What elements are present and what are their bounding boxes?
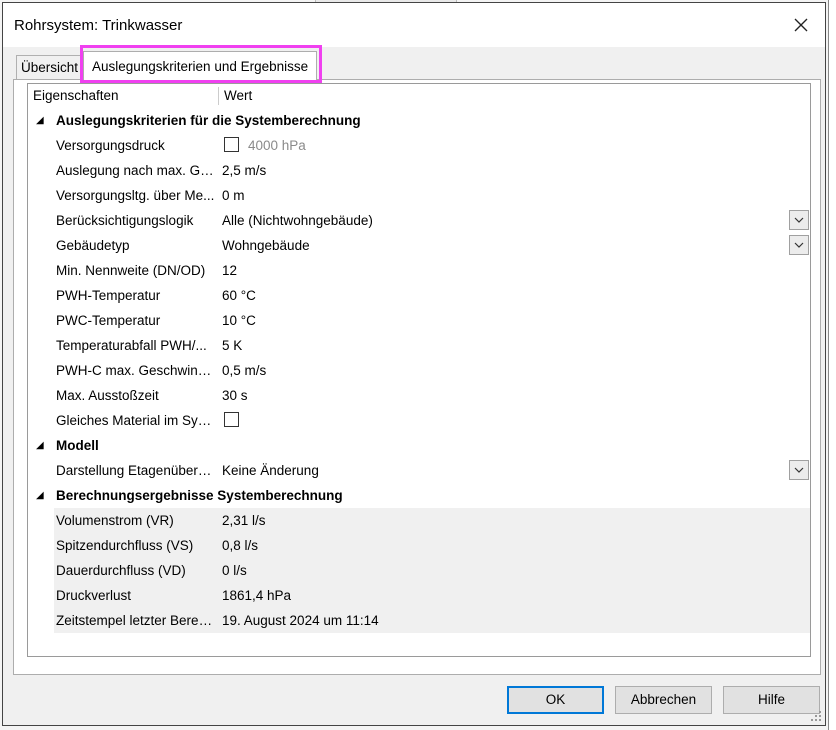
property-grid: Eigenschaften Wert ◢ Auslegungskriterien …	[27, 83, 811, 657]
property-label: Gebäudetyp	[56, 238, 130, 253]
collapse-triangle-icon[interactable]: ◢	[36, 483, 44, 508]
property-label: Temperaturabfall PWH/...	[56, 338, 207, 353]
chevron-down-icon	[794, 217, 804, 223]
property-row[interactable]: Temperaturabfall PWH/... 5 K	[28, 333, 810, 358]
readonly-value-background	[218, 533, 810, 558]
title-bar: Rohrsystem: Trinkwasser	[3, 3, 825, 47]
property-row[interactable]: Dauerdurchfluss (VD) 0 l/s	[28, 558, 810, 583]
property-value[interactable]: 60 °C	[222, 283, 256, 308]
property-row[interactable]: Gleiches Material im Syst...	[28, 408, 810, 433]
property-value[interactable]: 5 K	[222, 333, 242, 358]
readonly-value-background	[218, 583, 810, 608]
property-row[interactable]: PWH-C max. Geschwindi... 0,5 m/s	[28, 358, 810, 383]
property-row[interactable]: Min. Nennweite (DN/OD) 12	[28, 258, 810, 283]
property-value[interactable]: 2,5 m/s	[222, 158, 266, 183]
property-label: Druckverlust	[56, 588, 132, 603]
property-value[interactable]: 0,5 m/s	[222, 358, 266, 383]
background-canvas-edge	[828, 0, 836, 730]
dialog-title: Rohrsystem: Trinkwasser	[14, 17, 183, 34]
property-row[interactable]: Druckverlust 1861,4 hPa	[28, 583, 810, 608]
ok-button[interactable]: OK	[507, 686, 604, 714]
property-row[interactable]: Berücksichtigungslogik Alle (Nichtwohngeb…	[28, 208, 810, 233]
property-value[interactable]: Keine Änderung	[222, 458, 319, 483]
property-row[interactable]: Auslegung nach max. Ge... 2,5 m/s	[28, 158, 810, 183]
property-row[interactable]: Darstellung Etagenüberg... Keine Änderung	[28, 458, 810, 483]
property-label: PWH-Temperatur	[56, 288, 161, 303]
collapse-triangle-icon[interactable]: ◢	[36, 108, 44, 133]
property-label: Spitzendurchfluss (VS)	[56, 538, 194, 553]
property-row[interactable]: Gebäudetyp Wohngebäude	[28, 233, 810, 258]
property-value[interactable]: Wohngebäude	[222, 233, 310, 258]
column-separator[interactable]	[218, 87, 219, 105]
property-row[interactable]: Max. Ausstoßzeit 30 s	[28, 383, 810, 408]
category-title: Berechnungsergebnisse Systemberechnung	[56, 488, 343, 503]
property-row[interactable]: PWH-Temperatur 60 °C	[28, 283, 810, 308]
property-value: 1861,4 hPa	[222, 588, 292, 603]
dropdown-button[interactable]	[789, 460, 809, 480]
property-label: Volumenstrom (VR)	[56, 513, 174, 528]
property-label: Dauerdurchfluss (VD)	[56, 563, 186, 578]
property-value: 0,8 l/s	[222, 538, 259, 553]
tab-design-criteria[interactable]: Auslegungskriterien und Ergebnisse	[83, 51, 317, 80]
dropdown-button[interactable]	[789, 210, 809, 230]
property-label: Zeitstempel letzter Berec...	[56, 613, 216, 628]
property-label: PWC-Temperatur	[56, 313, 161, 328]
tab-panel: Eigenschaften Wert ◢ Auslegungskriterien …	[13, 79, 821, 675]
property-row[interactable]: Volumenstrom (VR) 2,31 l/s	[28, 508, 810, 533]
property-label: Auslegung nach max. Ge...	[56, 163, 216, 178]
property-row[interactable]: Versorgungsltg. über Me... 0 m	[28, 183, 810, 208]
property-label: Gleiches Material im Syst...	[56, 413, 216, 428]
chevron-down-icon	[794, 467, 804, 473]
property-value[interactable]: 12	[222, 258, 237, 283]
property-label: PWH-C max. Geschwindi...	[56, 363, 216, 378]
property-label: Versorgungsltg. über Me...	[56, 188, 215, 203]
property-label: Max. Ausstoßzeit	[56, 388, 159, 403]
property-label: Min. Nennweite (DN/OD)	[56, 263, 206, 278]
property-value[interactable]: 10 °C	[222, 308, 256, 333]
cancel-button[interactable]: Abbrechen	[615, 686, 712, 714]
property-value[interactable]: 30 s	[222, 383, 248, 408]
column-header-value: Wert	[224, 88, 253, 103]
property-value[interactable]: Alle (Nichtwohngebäude)	[222, 208, 373, 233]
category-title: Auslegungskriterien für die Systemberech…	[56, 113, 361, 128]
property-row[interactable]: Zeitstempel letzter Berec... 19. August 2…	[28, 608, 810, 633]
property-checkbox[interactable]	[224, 137, 239, 152]
chevron-down-icon	[794, 242, 804, 248]
tab-overview[interactable]: Übersicht	[16, 55, 86, 79]
readonly-value-background	[218, 508, 810, 533]
property-value: 0 l/s	[222, 563, 247, 578]
close-icon	[794, 18, 808, 32]
property-checkbox[interactable]	[224, 412, 239, 427]
collapse-triangle-icon[interactable]: ◢	[36, 433, 44, 458]
property-label: Darstellung Etagenüberg...	[56, 463, 216, 478]
property-label: Berücksichtigungslogik	[56, 213, 194, 228]
property-row[interactable]: Versorgungsdruck 4000 hPa	[28, 133, 810, 158]
property-value[interactable]: 0 m	[222, 183, 245, 208]
property-row[interactable]: PWC-Temperatur 10 °C	[28, 308, 810, 333]
property-row[interactable]: Spitzendurchfluss (VS) 0,8 l/s	[28, 533, 810, 558]
category-title: Modell	[56, 438, 99, 453]
property-label: Versorgungsdruck	[56, 138, 165, 153]
property-value: 2,31 l/s	[222, 513, 266, 528]
dialog-window: Rohrsystem: Trinkwasser Übersicht Ausleg…	[2, 2, 826, 726]
help-button[interactable]: Hilfe	[723, 686, 820, 714]
property-value: 4000 hPa	[248, 138, 306, 153]
property-value: 19. August 2024 um 11:14	[222, 613, 379, 628]
dropdown-button[interactable]	[789, 235, 809, 255]
close-button[interactable]	[777, 3, 825, 47]
column-header-property: Eigenschaften	[33, 88, 119, 103]
readonly-value-background	[218, 558, 810, 583]
resize-grip-icon[interactable]	[811, 711, 821, 721]
